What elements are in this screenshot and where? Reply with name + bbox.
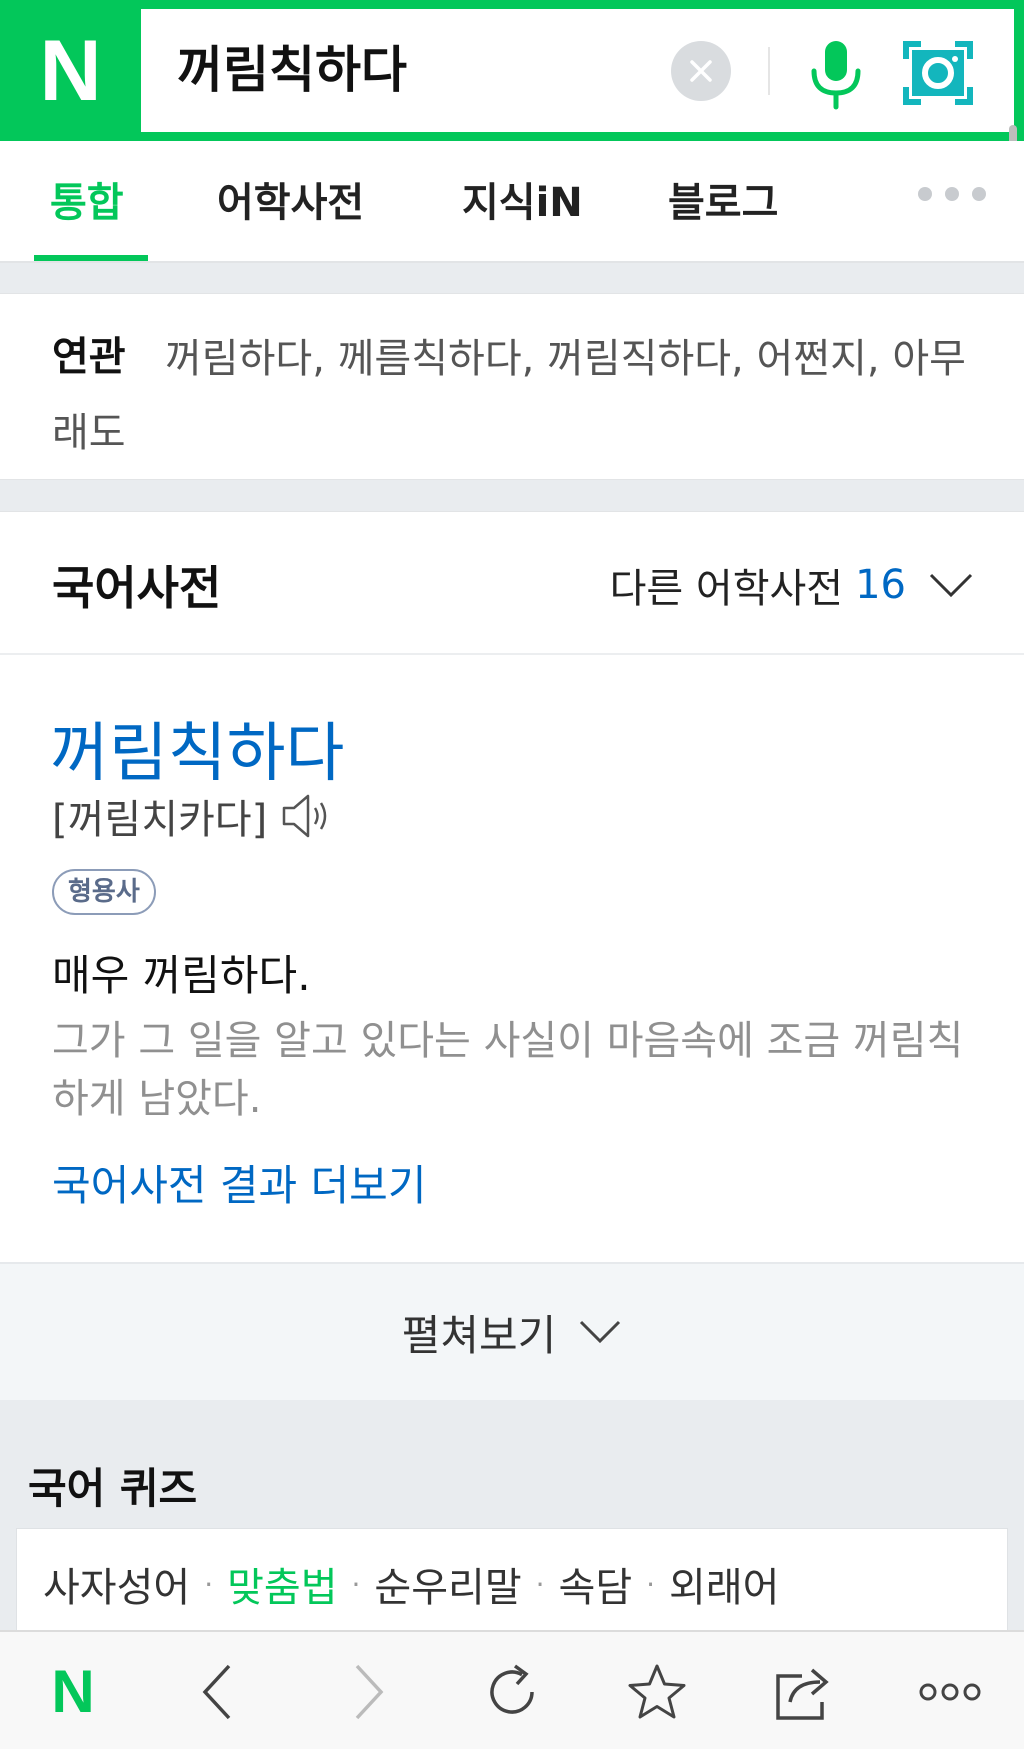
quiz-categories: 사자성어 · 맞춤법 · 순우리말 · 속담 · 외래어 (43, 1555, 779, 1613)
dictionary-title: 국어사전 (52, 561, 222, 615)
other-dictionaries-button[interactable]: 다른 어학사전 16 (610, 556, 974, 614)
close-icon (690, 60, 712, 82)
chevron-down-icon (580, 1320, 621, 1344)
refresh-button[interactable] (467, 1632, 557, 1749)
chevron-right-icon (355, 1664, 384, 1719)
quiz-category-native-words[interactable]: 순우리말 (374, 1555, 521, 1613)
tab-language-dictionary[interactable]: 어학사전 (217, 141, 364, 263)
search-input[interactable]: 꺼림칙하다 (177, 9, 407, 132)
dictionary-card: 국어사전 다른 어학사전 16 꺼림칙하다 [꺼림치카다] 형용사 매우 꺼림하… (0, 511, 1024, 1400)
quiz-category-spelling[interactable]: 맞춤법 (227, 1555, 337, 1613)
other-dictionaries-label: 다른 어학사전 (609, 566, 844, 612)
tab-blog[interactable]: 블로그 (668, 141, 778, 263)
back-button[interactable] (172, 1632, 262, 1749)
more-icon (919, 1683, 981, 1700)
definition: 매우 꺼림하다. (52, 951, 311, 1000)
expand-button[interactable]: 펼쳐보기 (0, 1262, 1024, 1400)
share-button[interactable] (759, 1632, 849, 1749)
tab-integrated[interactable]: 통합 (50, 141, 124, 263)
home-button[interactable]: N (28, 1632, 118, 1749)
related-searches: 연관 꺼림하다, 께름칙하다, 꺼림직하다, 어쩐지, 아무래도 (0, 293, 1024, 480)
example-sentence: 그가 그 일을 알고 있다는 사실이 마음속에 조금 꺼림칙하게 남았다. (52, 1018, 964, 1122)
tab-knowledge-in[interactable]: 지식iN (462, 141, 583, 263)
search-box[interactable]: 꺼림칙하다 (141, 9, 1014, 132)
quiz-title: 국어 퀴즈 (28, 1464, 198, 1513)
share-icon (776, 1668, 829, 1720)
menu-button[interactable] (905, 1632, 995, 1749)
image-search-button[interactable] (903, 41, 973, 105)
forward-button[interactable] (324, 1632, 414, 1749)
separator-dot: · (646, 1567, 656, 1601)
separator-dot: · (535, 1567, 545, 1601)
expand-label: 펼쳐보기 (401, 1310, 557, 1360)
search-header: N 꺼림칙하다 (0, 0, 1024, 141)
microphone-icon (811, 41, 861, 110)
related-terms[interactable]: 꺼림하다, 께름칙하다, 꺼림직하다, 어쩐지, 아무래도 (52, 322, 972, 470)
separator-dot: · (204, 1567, 214, 1601)
star-icon (628, 1664, 686, 1718)
divider (768, 47, 770, 95)
pronunciation-row: [꺼림치카다] (52, 787, 333, 845)
bookmark-button[interactable] (612, 1632, 702, 1749)
pronunciation: [꺼림치카다] (52, 797, 268, 843)
quiz-category-box: 사자성어 · 맞춤법 · 순우리말 · 속담 · 외래어 (16, 1528, 1008, 1638)
quiz-category-idioms[interactable]: 사자성어 (43, 1555, 190, 1613)
naver-logo-text: N (39, 22, 102, 119)
separator-dot: · (351, 1567, 361, 1601)
quiz-category-proverbs[interactable]: 속담 (559, 1555, 633, 1613)
refresh-icon (490, 1664, 534, 1714)
speaker-icon[interactable] (281, 793, 333, 839)
more-results-link[interactable]: 국어사전 결과 더보기 (52, 1152, 426, 1213)
chevron-down-icon (929, 573, 973, 598)
more-tabs-icon[interactable] (918, 187, 986, 201)
voice-search-button[interactable] (801, 37, 871, 113)
chevron-left-icon (202, 1664, 231, 1719)
quiz-category-loanwords[interactable]: 외래어 (669, 1555, 779, 1613)
entry-word[interactable]: 꺼림칙하다 (50, 702, 344, 794)
dictionary-header: 국어사전 다른 어학사전 16 (0, 512, 1024, 655)
clear-button[interactable] (671, 41, 731, 101)
bottom-toolbar: N (0, 1630, 1024, 1749)
other-dictionaries-count: 16 (855, 562, 906, 608)
naver-logo[interactable]: N (0, 0, 141, 141)
naver-logo-icon: N (51, 1657, 95, 1725)
search-tabs: 통합 어학사전 지식iN 블로그 (0, 141, 1024, 263)
active-tab-indicator (34, 255, 148, 261)
part-of-speech-badge: 형용사 (52, 869, 156, 915)
lens-icon (903, 41, 973, 105)
